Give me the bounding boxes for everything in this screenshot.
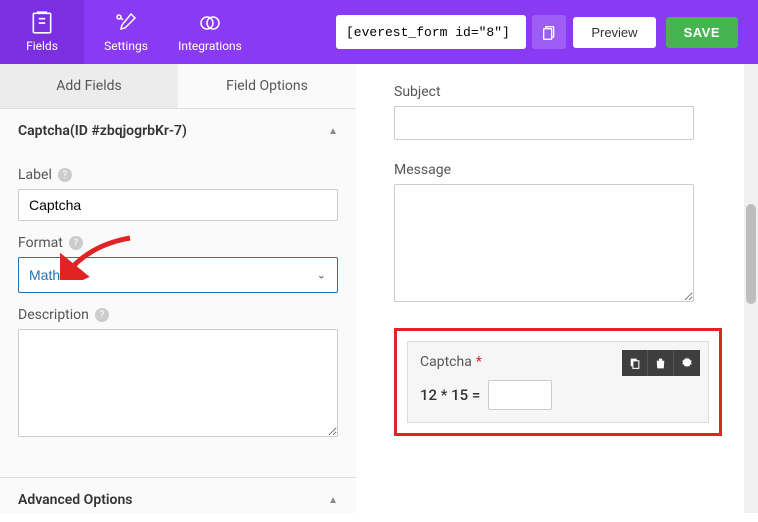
preview-subject-label: Subject	[394, 84, 720, 100]
settings-field-button[interactable]	[674, 350, 700, 376]
advanced-title: Advanced Options	[18, 492, 132, 508]
nav-settings-label: Settings	[104, 39, 148, 53]
help-icon[interactable]: ?	[69, 236, 83, 250]
main-area: Add Fields Field Options Captcha(ID #zbq…	[0, 64, 758, 513]
trash-icon	[654, 357, 667, 370]
description-textarea[interactable]	[18, 329, 338, 437]
form-preview: Subject Message	[356, 64, 758, 513]
sidebar-tabs: Add Fields Field Options	[0, 64, 356, 109]
panel-header-captcha[interactable]: Captcha(ID #zbqjogrbKr-7) ▲	[0, 109, 356, 153]
preview-subject-field[interactable]: Subject	[394, 84, 720, 140]
tab-field-options[interactable]: Field Options	[178, 64, 356, 108]
description-label: Description ?	[18, 307, 338, 323]
description-group: Description ?	[18, 307, 338, 441]
delete-button[interactable]	[648, 350, 674, 376]
clipboard-icon	[541, 24, 557, 40]
format-group: Format ? Math ⌄	[18, 235, 338, 293]
duplicate-button[interactable]	[622, 350, 648, 376]
nav-integrations-label: Integrations	[178, 39, 242, 53]
preview-subject-input[interactable]	[394, 106, 694, 140]
nav-integrations[interactable]: Integrations	[168, 0, 252, 64]
nav-fields-label: Fields	[26, 39, 58, 53]
nav-fields[interactable]: Fields	[0, 0, 84, 64]
captcha-answer-input[interactable]	[488, 380, 552, 410]
help-icon[interactable]: ?	[95, 308, 109, 322]
panel-title: Captcha(ID #zbqjogrbKr-7)	[18, 123, 187, 139]
top-toolbar: Fields Settings Integrations Preview SAV…	[0, 0, 758, 64]
integrations-icon	[198, 11, 222, 35]
preview-message-label: Message	[394, 162, 720, 178]
nav-settings[interactable]: Settings	[84, 0, 168, 64]
save-button[interactable]: SAVE	[666, 17, 738, 48]
format-select[interactable]: Math	[18, 257, 338, 293]
label-input[interactable]	[18, 189, 338, 221]
main-nav: Fields Settings Integrations	[0, 0, 252, 64]
shortcode-container	[336, 15, 526, 49]
required-star: *	[476, 354, 482, 370]
panel-body: Label ? Format ? Math ⌄ D	[0, 153, 356, 457]
fields-icon	[29, 11, 55, 35]
gear-icon	[680, 356, 694, 370]
sidebar: Add Fields Field Options Captcha(ID #zbq…	[0, 64, 356, 513]
help-icon[interactable]: ?	[58, 168, 72, 182]
copy-shortcode-button[interactable]	[532, 15, 566, 49]
tab-add-fields[interactable]: Add Fields	[0, 64, 178, 108]
label-label: Label ?	[18, 167, 338, 183]
preview-captcha-field[interactable]: Captcha* 12 * 15 =	[407, 341, 709, 423]
math-expression: 12 * 15 =	[420, 386, 480, 404]
preview-button[interactable]: Preview	[573, 17, 655, 48]
scrollbar-outer[interactable]	[744, 64, 758, 513]
preview-message-textarea[interactable]	[394, 184, 694, 302]
top-actions: Preview SAVE	[573, 17, 738, 48]
format-label: Format ?	[18, 235, 338, 251]
scrollbar-thumb[interactable]	[746, 204, 756, 304]
preview-message-field[interactable]: Message	[394, 162, 720, 306]
shortcode-input[interactable]	[336, 25, 526, 40]
preview-captcha-highlight: Captcha* 12 * 15 =	[394, 328, 722, 436]
label-group: Label ?	[18, 167, 338, 221]
copy-icon	[628, 357, 641, 370]
field-toolbar	[622, 350, 700, 376]
captcha-math-row: 12 * 15 =	[420, 380, 696, 410]
settings-icon	[114, 11, 138, 35]
caret-up-icon: ▲	[328, 126, 338, 137]
caret-up-icon: ▲	[328, 495, 338, 506]
panel-header-advanced[interactable]: Advanced Options ▲	[0, 478, 356, 522]
